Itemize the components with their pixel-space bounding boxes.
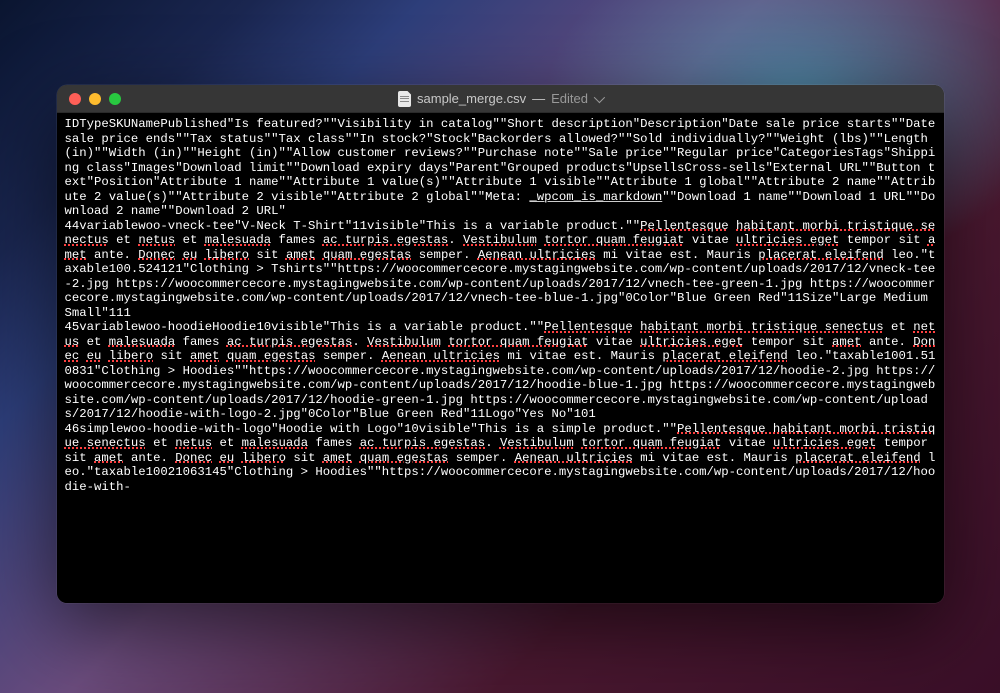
title-group[interactable]: sample_merge.csv — Edited (398, 91, 602, 107)
maximize-button[interactable] (109, 93, 121, 105)
separator: — (532, 91, 545, 106)
text-editor-window: sample_merge.csv — Edited IDTypeSKUNameP… (57, 85, 944, 603)
chevron-down-icon (594, 91, 605, 102)
window-titlebar[interactable]: sample_merge.csv — Edited (57, 85, 944, 113)
close-button[interactable] (69, 93, 81, 105)
window-filename: sample_merge.csv (417, 91, 526, 106)
document-content[interactable]: IDTypeSKUNamePublished"Is featured?""Vis… (57, 113, 944, 603)
window-edited-status: Edited (551, 91, 588, 106)
document-icon (398, 91, 411, 107)
traffic-lights (69, 93, 121, 105)
minimize-button[interactable] (89, 93, 101, 105)
